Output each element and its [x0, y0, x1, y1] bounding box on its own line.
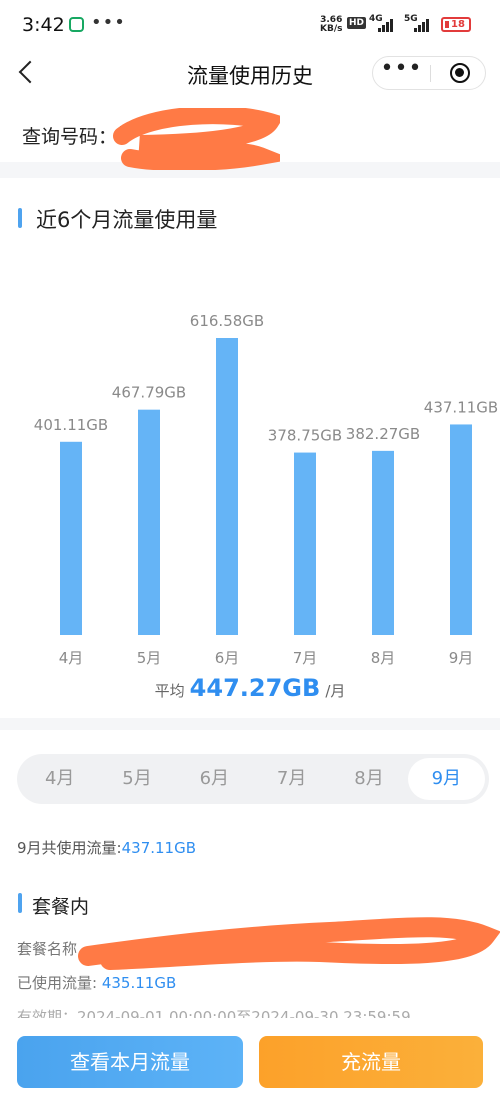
bottom-action-bar: 查看本月流量 充流量 — [0, 1020, 500, 1111]
more-options-icon[interactable]: ••• — [373, 57, 430, 89]
usage-bar — [138, 409, 160, 635]
mini-program-capsule: ••• — [372, 56, 486, 90]
nav-bar: 流量使用历史 ••• — [0, 46, 500, 102]
package-name-row: 套餐名称 — [17, 938, 77, 959]
battery-icon: 18 — [441, 17, 471, 32]
month-axis-label: 7月 — [293, 649, 318, 667]
package-validity-row: 有效期：2024-09-01 00:00:00至2024-09-30 23:59… — [17, 1006, 411, 1018]
month-tab[interactable]: 8月 — [330, 758, 407, 800]
redaction-scribble — [78, 917, 500, 970]
package-used-label: 已使用流量: — [17, 974, 98, 992]
hd-icon: HD — [347, 17, 367, 29]
bar-value-label: 467.79GB — [112, 384, 186, 402]
month-axis-label: 8月 — [371, 649, 396, 667]
redaction-scribble — [113, 108, 280, 170]
month-axis-label: 4月 — [59, 649, 84, 667]
usage-bar — [372, 450, 394, 635]
more-notifications-icon: ••• — [91, 12, 126, 33]
average-usage: 平均 447.27GB /月 — [0, 674, 500, 702]
signal-strength-5g-icon — [414, 18, 429, 32]
bar-value-label: 382.27GB — [346, 425, 420, 443]
average-prefix: 平均 — [154, 682, 185, 700]
package-used-row: 已使用流量: 435.11GB — [17, 972, 176, 993]
section-accent-bar — [18, 893, 22, 913]
package-title: 套餐内 — [32, 896, 90, 918]
usage-bar — [450, 424, 472, 635]
bar-value-label: 401.11GB — [34, 416, 108, 434]
month-tab[interactable]: 6月 — [176, 758, 253, 800]
query-number-row: 查询号码： 1 — [0, 102, 500, 170]
month-tab[interactable]: 7月 — [253, 758, 330, 800]
query-number-label: 查询号码： — [22, 126, 118, 148]
app-notification-icon — [69, 17, 84, 32]
package-used-value: 435.11GB — [101, 974, 177, 992]
bar-value-label: 378.75GB — [268, 427, 342, 445]
monthly-detail-card: 4月 5月 6月 7月 8月 9月 9月共使用流量:437.11GB 套餐内 套餐名称 已… — [0, 730, 500, 1020]
usage-chart-card: 近6个月流量使用量 401.11GB 4月 467.79GB 5月 616.58GB 6月… — [0, 178, 500, 718]
bar-value-label: 616.58GB — [190, 312, 264, 330]
month-tab[interactable]: 4月 — [21, 758, 98, 800]
status-time: 3:42 — [22, 14, 65, 36]
month-total-label: 9月共使用流量: — [17, 839, 122, 857]
package-validity: 有效期：2024-09-01 00:00:00至2024-09-30 23:59… — [17, 1008, 411, 1018]
usage-bar — [294, 452, 316, 635]
average-value: 447.27GB — [189, 674, 321, 702]
view-month-usage-button[interactable]: 查看本月流量 — [17, 1036, 243, 1088]
average-suffix: /月 — [325, 682, 346, 700]
usage-bar — [216, 338, 238, 635]
status-bar: 3:42 ••• 3.66 KB/s HD 4G 5G 18 — [0, 0, 500, 46]
month-tab[interactable]: 5月 — [98, 758, 175, 800]
battery-level: 18 — [451, 19, 465, 30]
month-tabs: 4月 5月 6月 7月 8月 9月 — [17, 754, 489, 804]
month-tab[interactable]: 9月 — [407, 758, 485, 800]
network-speed: 3.66 KB/s — [320, 16, 342, 34]
bar-value-label: 437.11GB — [424, 398, 498, 416]
month-axis-label: 5月 — [137, 649, 162, 667]
signal-strength-icon — [378, 18, 393, 32]
usage-bar-chart: 401.11GB 4月 467.79GB 5月 616.58GB 6月 378.75GB 7月… — [34, 312, 498, 667]
month-total-line: 9月共使用流量:437.11GB — [17, 837, 196, 858]
month-axis-label: 9月 — [449, 649, 474, 667]
network-speed-unit: KB/s — [320, 24, 343, 34]
usage-bar — [60, 441, 82, 635]
package-name-label: 套餐名称 — [17, 940, 78, 958]
month-total-value: 437.11GB — [121, 839, 197, 857]
recharge-data-button[interactable]: 充流量 — [259, 1036, 483, 1088]
month-axis-label: 6月 — [215, 649, 240, 667]
capsule-divider — [430, 65, 431, 82]
close-program-icon[interactable] — [450, 63, 470, 83]
